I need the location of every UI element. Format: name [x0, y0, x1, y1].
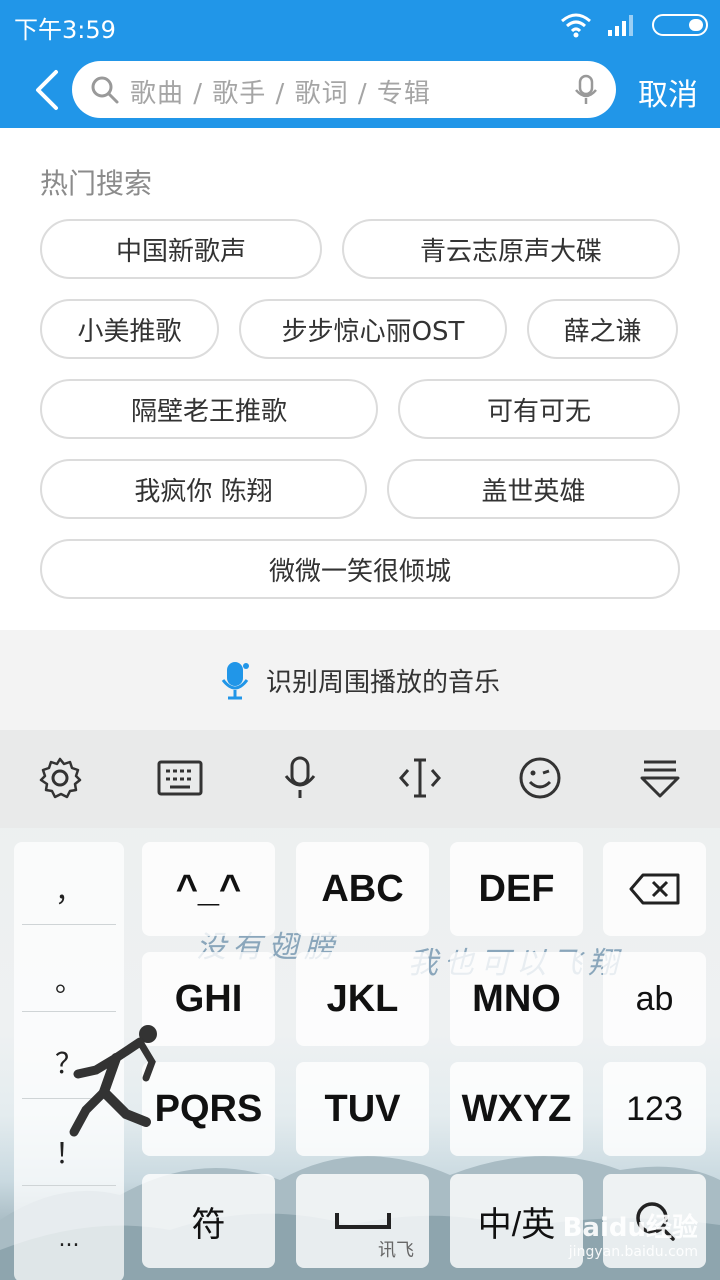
ab-key[interactable]: ab [603, 952, 706, 1046]
search-icon [91, 76, 119, 104]
hot-tag[interactable]: 薛之谦 [527, 299, 678, 359]
cancel-button[interactable]: 取消 [638, 70, 698, 114]
backspace-button[interactable] [603, 842, 706, 936]
key-5[interactable]: JKL [296, 952, 429, 1046]
runner-illustration [69, 1025, 157, 1137]
hot-tag[interactable]: 小美推歌 [40, 299, 219, 359]
hot-tag[interactable]: 步步惊心丽OST [239, 299, 507, 359]
number-key[interactable]: 123 [603, 1062, 706, 1156]
symbol-key[interactable]: ， [14, 870, 124, 910]
hot-tag[interactable]: 可有可无 [398, 379, 680, 439]
hot-tag[interactable]: 中国新歌声 [40, 219, 322, 279]
microphone-icon[interactable] [276, 754, 324, 802]
key-8[interactable]: TUV [296, 1062, 429, 1156]
key-9[interactable]: WXYZ [450, 1062, 583, 1156]
key-2[interactable]: ABC [296, 842, 429, 936]
watermark-main: Baidu经验 [562, 1213, 698, 1243]
baidu-watermark: Baidu经验 jingyan.baidu.com [563, 1207, 698, 1260]
keyboard: ， 。 ？ ！ ... 没有翅膀 我也可以飞翔 ^_^ ABC DEF GHI … [0, 730, 720, 1280]
hot-search-title: 热门搜索 [40, 167, 153, 200]
symbol-board-key[interactable]: 符 [142, 1174, 275, 1268]
symbol-key[interactable]: 。 [14, 960, 124, 1000]
symbol-key[interactable]: ... [14, 1227, 124, 1252]
hot-tag[interactable]: 盖世英雄 [387, 459, 680, 519]
voice-search-icon[interactable] [574, 74, 598, 106]
key-6[interactable]: MNO [450, 952, 583, 1046]
status-bar: 下午3:59 [0, 0, 720, 52]
signal-icon [608, 15, 633, 36]
hot-tag[interactable]: 隔壁老王推歌 [40, 379, 378, 439]
search-input[interactable]: 歌曲 / 歌手 / 歌词 / 专辑 [130, 73, 431, 110]
back-icon[interactable] [28, 66, 68, 114]
key-3[interactable]: DEF [450, 842, 583, 936]
cursor-icon[interactable] [396, 754, 444, 802]
wifi-icon [561, 13, 591, 38]
status-icons [560, 12, 708, 38]
key-1[interactable]: ^_^ [142, 842, 275, 936]
hot-tag[interactable]: 青云志原声大碟 [342, 219, 680, 279]
settings-icon[interactable] [36, 754, 84, 802]
battery-icon [652, 14, 708, 36]
music-mic-icon [221, 662, 249, 700]
status-time: 下午3:59 [14, 16, 116, 44]
recognize-music-button[interactable]: 识别周围播放的音乐 [0, 630, 720, 730]
ime-brand: 讯飞 [378, 1240, 414, 1261]
top-bar: 下午3:59 歌曲 / 歌手 / 歌词 / 专辑 取消 [0, 0, 720, 128]
keyboard-toolbar [0, 730, 720, 828]
hot-tag[interactable]: 微微一笑很倾城 [40, 539, 680, 599]
watermark-sub: jingyan.baidu.com [568, 1244, 698, 1260]
emoji-icon[interactable] [516, 754, 564, 802]
keyboard-icon[interactable] [156, 754, 204, 802]
backspace-icon [629, 873, 679, 905]
recognize-music-label: 识别周围播放的音乐 [265, 667, 500, 698]
collapse-keyboard-icon[interactable] [636, 754, 684, 802]
search-bar[interactable]: 歌曲 / 歌手 / 歌词 / 专辑 [72, 61, 616, 118]
space-icon [334, 1213, 391, 1229]
hot-tag[interactable]: 我疯你 陈翔 [40, 459, 367, 519]
